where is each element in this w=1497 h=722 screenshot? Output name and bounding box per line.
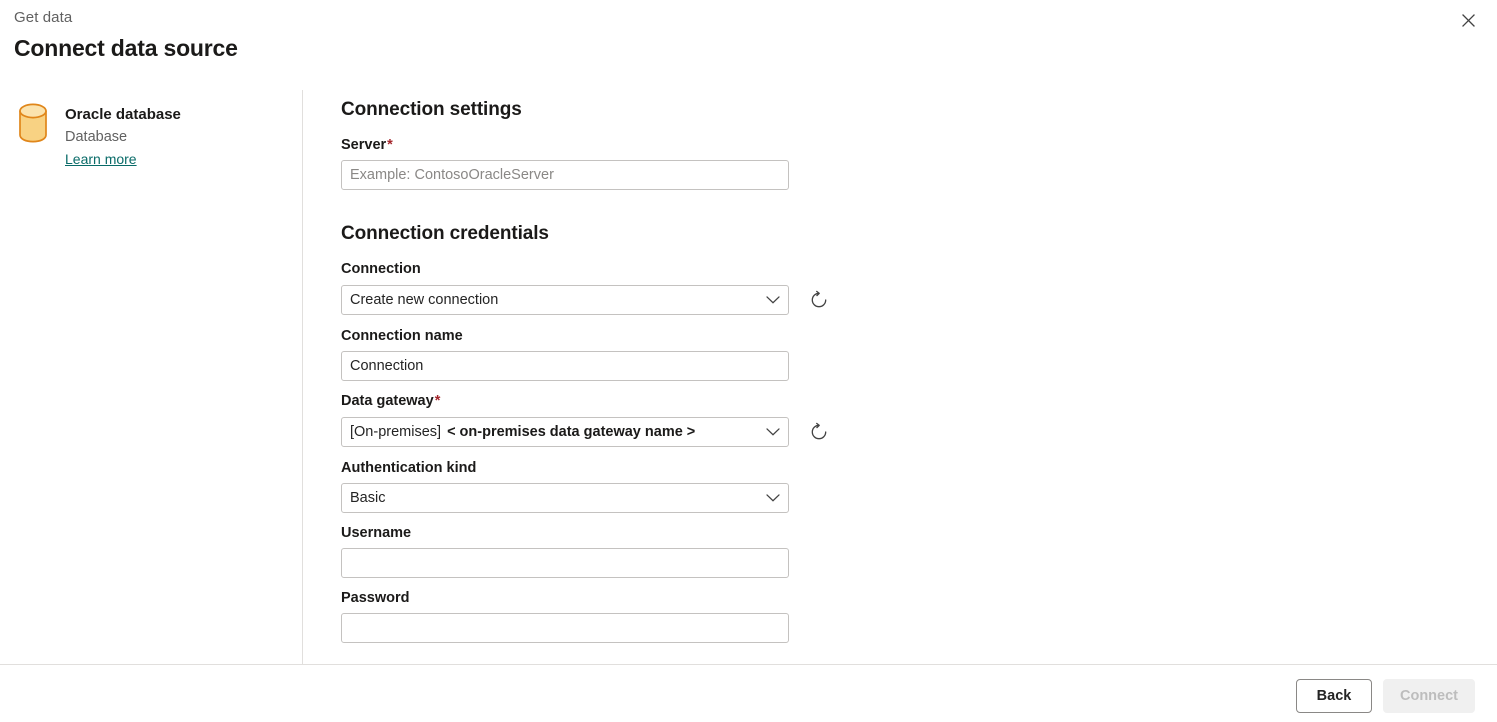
connect-data-source-dialog: Get data Connect data source Oracle data… xyxy=(0,0,1497,722)
dialog-footer: Back Connect xyxy=(0,665,1497,722)
dialog-header: Get data Connect data source xyxy=(0,0,1497,80)
server-input[interactable] xyxy=(341,160,789,190)
server-label-text: Server xyxy=(341,137,387,153)
field-username: Username xyxy=(341,523,1461,578)
username-input[interactable] xyxy=(341,548,789,578)
connection-control-row: Create new connection xyxy=(341,284,1461,316)
connection-select[interactable]: Create new connection xyxy=(341,285,789,315)
chevron-down-icon xyxy=(766,296,780,305)
page-title: Connect data source xyxy=(14,35,238,61)
data-gateway-label: Data gateway* xyxy=(341,391,1461,411)
connection-name-control-row xyxy=(341,351,1461,381)
connection-name-input[interactable] xyxy=(341,351,789,381)
field-server: Server* xyxy=(341,135,1461,190)
data-source-panel: Oracle database Database Learn more xyxy=(0,90,302,664)
field-authentication-kind: Authentication kind Basic xyxy=(341,458,1461,513)
data-gateway-name: < on-premises data gateway name > xyxy=(447,424,696,440)
refresh-icon xyxy=(809,290,829,310)
server-control-row xyxy=(341,160,1461,190)
chevron-down-icon xyxy=(766,494,780,503)
breadcrumb: Get data xyxy=(14,9,73,26)
connection-label: Connection xyxy=(341,261,421,277)
password-label: Password xyxy=(341,590,410,606)
connection-settings-heading: Connection settings xyxy=(341,99,522,120)
back-button[interactable]: Back xyxy=(1296,679,1372,713)
connection-name-label: Connection name xyxy=(341,328,463,344)
authentication-kind-control-row: Basic xyxy=(341,483,1461,513)
refresh-connection-button[interactable] xyxy=(803,284,835,316)
database-cylinder-icon xyxy=(14,98,52,144)
data-gateway-select[interactable]: [On-premises] < on-premises data gateway… xyxy=(341,417,789,447)
data-source-name: Oracle database xyxy=(65,106,181,123)
authentication-kind-label: Authentication kind xyxy=(341,460,477,476)
connect-button[interactable]: Connect xyxy=(1383,679,1475,713)
close-button[interactable] xyxy=(1452,4,1484,36)
data-source-summary: Oracle database Database Learn more xyxy=(14,98,181,169)
data-gateway-label-text: Data gateway xyxy=(341,393,434,409)
panel-divider xyxy=(302,90,303,664)
authentication-kind-value: Basic xyxy=(350,490,386,506)
username-control-row xyxy=(341,548,1461,578)
close-icon xyxy=(1461,13,1475,27)
footer-actions: Back Connect xyxy=(1296,679,1475,713)
field-data-gateway: Data gateway* [On-premises] < on-premise… xyxy=(341,391,1461,448)
refresh-icon xyxy=(809,422,829,442)
required-marker: * xyxy=(434,393,441,409)
refresh-data-gateway-button[interactable] xyxy=(803,416,835,448)
data-gateway-prefix: [On-premises] xyxy=(350,424,442,440)
field-connection: Connection Create new connection xyxy=(341,259,1461,316)
connection-credentials-heading: Connection credentials xyxy=(341,223,549,244)
server-label: Server* xyxy=(341,135,1461,155)
connection-form: Connection settings Server* Connection c… xyxy=(341,90,1461,643)
field-connection-name: Connection name xyxy=(341,326,1461,381)
data-gateway-control-row: [On-premises] < on-premises data gateway… xyxy=(341,416,1461,448)
learn-more-link[interactable]: Learn more xyxy=(65,150,137,169)
connection-select-value: Create new connection xyxy=(350,292,499,308)
password-input[interactable] xyxy=(341,613,789,643)
authentication-kind-select[interactable]: Basic xyxy=(341,483,789,513)
required-marker: * xyxy=(387,137,393,153)
username-label: Username xyxy=(341,525,412,541)
password-control-row xyxy=(341,613,1461,643)
chevron-down-icon xyxy=(766,428,780,437)
field-password: Password xyxy=(341,588,1461,643)
data-source-meta: Oracle database Database Learn more xyxy=(65,98,181,169)
data-source-type: Database xyxy=(65,129,128,145)
